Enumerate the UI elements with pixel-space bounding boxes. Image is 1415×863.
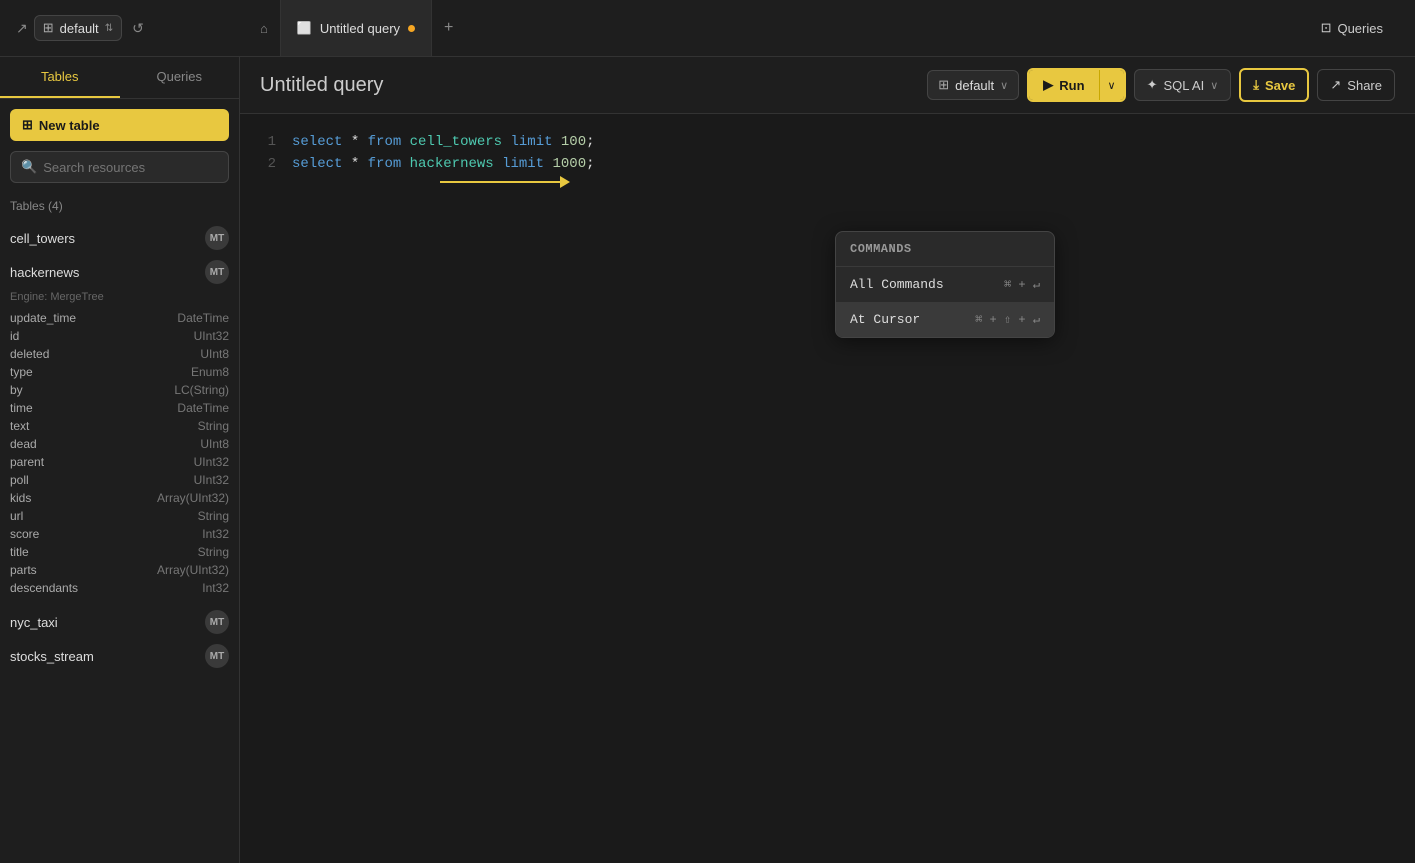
top-bar-right: ⊡ Queries <box>1313 16 1407 40</box>
field-row: timeDateTime <box>10 399 229 417</box>
query-header: Untitled query ⊞ default ∨ ▶ Run ∨ ✦ SQL… <box>240 57 1415 114</box>
top-bar: ↗ ⊞ default ⇅ ↺ ⌂ ⬜ Untitled query + ⊡ Q… <box>0 0 1415 57</box>
query-actions: ⊞ default ∨ ▶ Run ∨ ✦ SQL AI ∨ <box>927 68 1395 102</box>
field-row: scoreInt32 <box>10 525 229 543</box>
db-selector-query[interactable]: ⊞ default ∨ <box>927 70 1019 100</box>
table-row[interactable]: nyc_taxi MT <box>10 605 229 639</box>
table-badge-stocks-stream: MT <box>205 644 229 668</box>
code-line-1: 1 select * from cell_towers limit 100; <box>260 134 1395 150</box>
back-icon[interactable]: ↗ <box>16 20 28 37</box>
run-dropdown-menu: Commands All Commands ⌘ + ↵ At Cursor ⌘ … <box>835 231 1055 338</box>
play-icon: ▶ <box>1043 77 1053 93</box>
arrow-indicator <box>440 176 570 188</box>
all-commands-shortcut: ⌘ + ↵ <box>1004 277 1040 292</box>
table-badge-hackernews: MT <box>205 260 229 284</box>
table-badge-nyc-taxi: MT <box>205 610 229 634</box>
tab-tables[interactable]: Tables <box>0 57 120 98</box>
refresh-button[interactable]: ↺ <box>128 16 148 41</box>
at-cursor-label: At Cursor <box>850 312 920 327</box>
arrow-head <box>560 176 570 188</box>
home-tab[interactable]: ⌂ <box>248 0 281 56</box>
queries-label: Queries <box>1337 21 1383 36</box>
dropdown-item-at-cursor[interactable]: At Cursor ⌘ + ⇧ + ↵ <box>836 302 1054 337</box>
table-name-nyc-taxi: nyc_taxi <box>10 615 58 630</box>
tables-list: Tables (4) cell_towers MT hackernews MT … <box>0 193 239 863</box>
sql-ai-button[interactable]: ✦ SQL AI ∨ <box>1134 69 1232 101</box>
search-icon: 🔍 <box>21 159 37 175</box>
field-row: typeEnum8 <box>10 363 229 381</box>
field-row: descendantsInt32 <box>10 579 229 597</box>
editor-area[interactable]: 1 select * from cell_towers limit 100; 2… <box>240 114 1415 863</box>
table-row[interactable]: stocks_stream MT <box>10 639 229 673</box>
field-row: urlString <box>10 507 229 525</box>
db-selector-text: default <box>955 78 994 93</box>
db-selector-topbar[interactable]: ⊞ default ⇅ <box>34 15 122 41</box>
query-tab-icon: ⬜ <box>297 21 312 35</box>
unsaved-dot <box>408 25 415 32</box>
table-name-cell-towers: cell_towers <box>10 231 75 246</box>
table-plus-icon: ⊞ <box>22 117 33 133</box>
new-table-button[interactable]: ⊞ New table <box>10 109 229 141</box>
dropdown-header: Commands <box>836 232 1054 267</box>
sidebar-tabs: Tables Queries <box>0 57 239 99</box>
field-row: idUInt32 <box>10 327 229 345</box>
sidebar: Tables Queries ⊞ New table 🔍 Tables (4) … <box>0 57 240 863</box>
field-row: parentUInt32 <box>10 453 229 471</box>
search-resources-wrapper: 🔍 <box>10 151 229 183</box>
all-commands-label: All Commands <box>850 277 944 292</box>
add-tab-button[interactable]: + <box>432 0 465 56</box>
ai-icon: ✦ <box>1147 77 1158 93</box>
code-line-2: 2 select * from hackernews limit 1000; <box>260 156 1395 172</box>
db-name-topbar: default <box>60 21 99 36</box>
run-dropdown-button[interactable]: ∨ <box>1099 70 1124 100</box>
arrow-line <box>440 181 560 183</box>
field-row: byLC(String) <box>10 381 229 399</box>
save-icon: ⤓ <box>1253 77 1259 93</box>
queries-button[interactable]: ⊡ Queries <box>1313 16 1391 40</box>
field-row: pollUInt32 <box>10 471 229 489</box>
content-area: Untitled query ⊞ default ∨ ▶ Run ∨ ✦ SQL… <box>240 57 1415 863</box>
run-button[interactable]: ▶ Run <box>1029 70 1098 100</box>
share-button[interactable]: ↗ Share <box>1317 69 1395 101</box>
query-tab-label: Untitled query <box>320 21 400 36</box>
table-row[interactable]: cell_towers MT <box>10 221 229 255</box>
at-cursor-shortcut: ⌘ + ⇧ + ↵ <box>975 312 1040 327</box>
query-title: Untitled query <box>260 74 383 97</box>
tab-queries[interactable]: Queries <box>120 57 240 98</box>
share-icon: ↗ <box>1330 77 1341 93</box>
table-name-hackernews: hackernews <box>10 265 79 280</box>
queries-icon: ⊡ <box>1321 20 1332 36</box>
dropdown-item-all-commands[interactable]: All Commands ⌘ + ↵ <box>836 267 1054 302</box>
chevron-down-icon: ∨ <box>1000 79 1008 92</box>
db-icon-query: ⊞ <box>938 77 949 93</box>
db-icon: ⊞ <box>43 20 54 36</box>
engine-label: Engine: MergeTree <box>10 289 229 309</box>
tables-header: Tables (4) <box>10 193 229 221</box>
field-row: deletedUInt8 <box>10 345 229 363</box>
query-tab[interactable]: ⬜ Untitled query <box>281 0 432 56</box>
search-input[interactable] <box>43 160 219 175</box>
tab-area: ⌂ ⬜ Untitled query + <box>248 0 1313 56</box>
table-name-stocks-stream: stocks_stream <box>10 649 94 664</box>
table-row[interactable]: hackernews MT <box>10 255 229 289</box>
field-row: update_timeDateTime <box>10 309 229 327</box>
run-button-group: ▶ Run ∨ <box>1027 68 1125 102</box>
field-row: textString <box>10 417 229 435</box>
field-row: deadUInt8 <box>10 435 229 453</box>
table-badge-cell-towers: MT <box>205 226 229 250</box>
chevron-updown-icon: ⇅ <box>105 23 113 34</box>
save-button[interactable]: ⤓ Save <box>1239 68 1309 102</box>
field-row: kidsArray(UInt32) <box>10 489 229 507</box>
field-row: partsArray(UInt32) <box>10 561 229 579</box>
sql-ai-chevron-icon: ∨ <box>1210 79 1218 92</box>
top-bar-left: ↗ ⊞ default ⇅ ↺ <box>8 15 248 41</box>
main-layout: Tables Queries ⊞ New table 🔍 Tables (4) … <box>0 57 1415 863</box>
home-icon: ⌂ <box>260 21 268 36</box>
field-row: titleString <box>10 543 229 561</box>
